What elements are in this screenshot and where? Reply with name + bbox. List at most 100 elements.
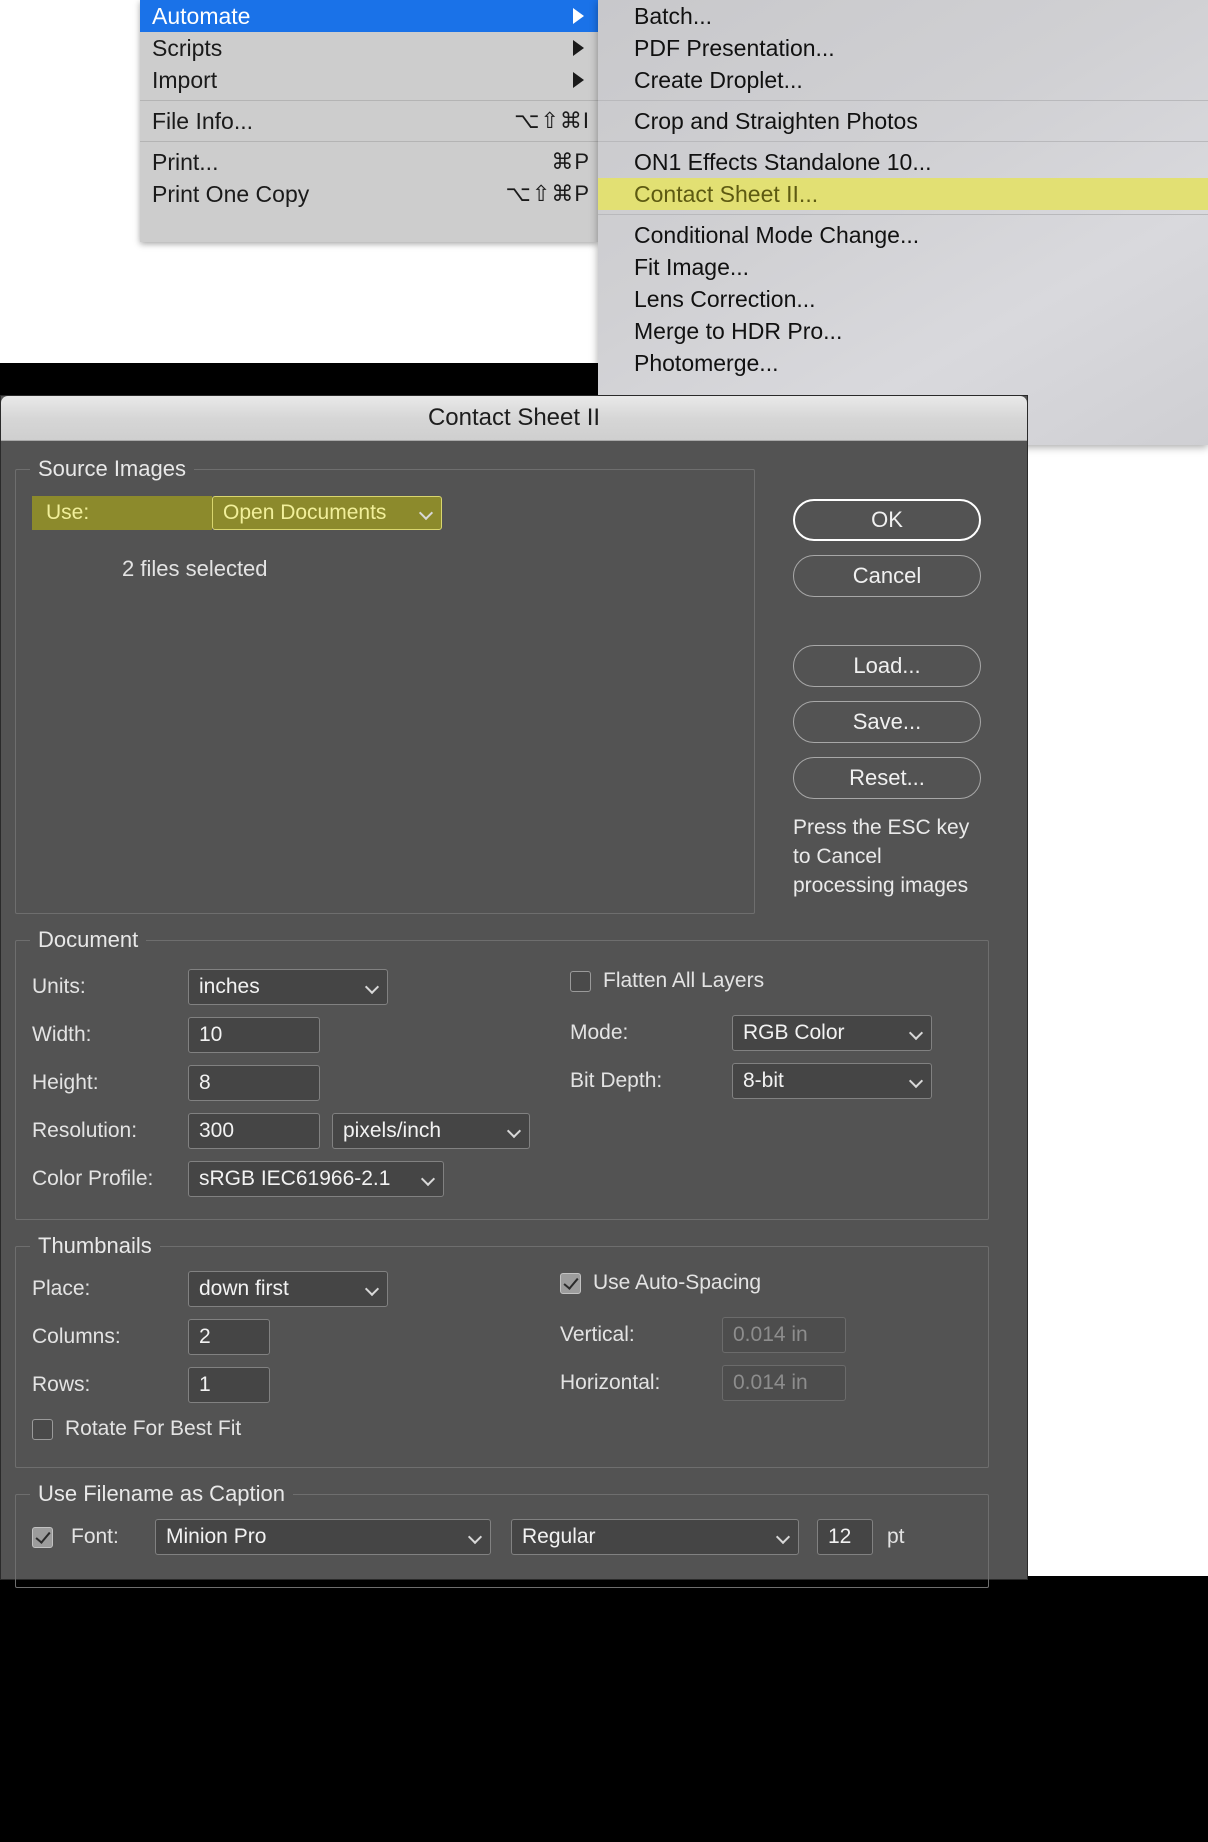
submenu-item-label: Create Droplet... bbox=[634, 67, 803, 93]
vertical-spacing-input[interactable]: 0.014 in bbox=[722, 1317, 846, 1353]
auto-spacing-label: Use Auto-Spacing bbox=[593, 1271, 762, 1294]
files-selected-text: 2 files selected bbox=[122, 556, 268, 581]
vertical-spacing-row: Vertical: 0.014 in bbox=[560, 1317, 972, 1353]
source-images-group: Source Images Use: Open Documents 2 file… bbox=[15, 456, 755, 914]
menu-item-import[interactable]: Import bbox=[140, 64, 598, 96]
vertical-spacing-label: Vertical: bbox=[560, 1323, 635, 1346]
menu-item-automate[interactable]: Automate bbox=[140, 0, 598, 32]
caption-font-row: Font: Minion Pro Regular 12 pt bbox=[32, 1519, 972, 1555]
menu-item-print-one-copy[interactable]: Print One Copy ⌥⇧⌘P bbox=[140, 178, 598, 210]
color-profile-row: Color Profile: sRGB IEC61966-2.1 bbox=[32, 1161, 552, 1197]
columns-row: Columns: 2 bbox=[32, 1319, 542, 1355]
chevron-down-icon bbox=[910, 1075, 922, 1087]
submenu-item-label: Merge to HDR Pro... bbox=[634, 318, 843, 344]
caption-font-size-value: 12 bbox=[828, 1525, 852, 1548]
submenu-item-conditional-mode-change[interactable]: Conditional Mode Change... bbox=[598, 219, 1208, 251]
submenu-item-on1-effects-standalone[interactable]: ON1 Effects Standalone 10... bbox=[598, 146, 1208, 178]
mode-select[interactable]: RGB Color bbox=[732, 1015, 932, 1051]
submenu-item-contact-sheet-ii[interactable]: Contact Sheet II... bbox=[598, 178, 1208, 210]
units-row: Units: inches bbox=[32, 969, 552, 1005]
horizontal-spacing-row: Horizontal: 0.014 in bbox=[560, 1365, 972, 1401]
place-label: Place: bbox=[32, 1277, 91, 1300]
load-button[interactable]: Load... bbox=[793, 645, 981, 687]
dialog-body: Source Images Use: Open Documents 2 file… bbox=[1, 441, 1027, 1588]
submenu-item-merge-to-hdr-pro[interactable]: Merge to HDR Pro... bbox=[598, 315, 1208, 347]
units-select[interactable]: inches bbox=[188, 969, 388, 1005]
chevron-down-icon bbox=[420, 507, 432, 519]
submenu-item-pdf-presentation[interactable]: PDF Presentation... bbox=[598, 32, 1208, 64]
menu-item-file-info[interactable]: File Info... ⌥⇧⌘I bbox=[140, 105, 598, 137]
bit-depth-select[interactable]: 8-bit bbox=[732, 1063, 932, 1099]
rotate-best-fit-row[interactable]: Rotate For Best Fit bbox=[32, 1417, 542, 1441]
cancel-button[interactable]: Cancel bbox=[793, 555, 981, 597]
submenu-item-label: Fit Image... bbox=[634, 254, 750, 280]
flatten-layers-row[interactable]: Flatten All Layers bbox=[570, 969, 972, 993]
rows-input[interactable]: 1 bbox=[188, 1367, 270, 1403]
resolution-units-select[interactable]: pixels/inch bbox=[332, 1113, 530, 1149]
submenu-item-batch[interactable]: Batch... bbox=[598, 0, 1208, 32]
submenu-item-photomerge[interactable]: Photomerge... bbox=[598, 347, 1208, 379]
automate-submenu[interactable]: Batch... PDF Presentation... Create Drop… bbox=[598, 0, 1208, 445]
caption-font-label: Font: bbox=[71, 1525, 119, 1548]
color-profile-select[interactable]: sRGB IEC61966-2.1 bbox=[188, 1161, 444, 1197]
chevron-down-icon bbox=[910, 1027, 922, 1039]
source-use-select[interactable]: Open Documents bbox=[212, 496, 442, 530]
auto-spacing-checkbox[interactable] bbox=[560, 1272, 581, 1294]
contact-sheet-dialog: Contact Sheet II Source Images Use: Open… bbox=[0, 395, 1028, 1588]
ok-button[interactable]: OK bbox=[793, 499, 981, 541]
horizontal-spacing-input[interactable]: 0.014 in bbox=[722, 1365, 846, 1401]
menu-item-label: File Info... bbox=[152, 108, 253, 134]
menu-item-print[interactable]: Print... ⌘P bbox=[140, 146, 598, 178]
submenu-item-label: ON1 Effects Standalone 10... bbox=[634, 149, 932, 175]
place-value: down first bbox=[199, 1277, 289, 1300]
document-group: Document Units: inches Width: 10 Height:… bbox=[15, 927, 989, 1220]
caption-font-style-select[interactable]: Regular bbox=[511, 1519, 799, 1555]
bit-depth-label: Bit Depth: bbox=[570, 1069, 663, 1092]
width-value: 10 bbox=[199, 1023, 223, 1046]
save-button[interactable]: Save... bbox=[793, 701, 981, 743]
dialog-action-buttons: OK Cancel Load... Save... Reset... Press… bbox=[793, 499, 983, 900]
color-profile-label: Color Profile: bbox=[32, 1167, 154, 1190]
submenu-item-label: Contact Sheet II... bbox=[634, 181, 819, 207]
caption-font-size-unit: pt bbox=[887, 1525, 905, 1548]
submenu-item-create-droplet[interactable]: Create Droplet... bbox=[598, 64, 1208, 96]
submenu-item-lens-correction[interactable]: Lens Correction... bbox=[598, 283, 1208, 315]
caption-enabled-checkbox[interactable] bbox=[32, 1526, 53, 1548]
height-row: Height: 8 bbox=[32, 1065, 552, 1101]
background-band-bottom bbox=[0, 1576, 1208, 1842]
save-button-label: Save... bbox=[852, 709, 922, 734]
flatten-layers-checkbox[interactable] bbox=[570, 970, 591, 992]
esc-note: Press the ESC key to Cancel processing i… bbox=[793, 816, 970, 897]
reset-button-label: Reset... bbox=[849, 765, 925, 790]
chevron-right-icon bbox=[573, 64, 584, 96]
submenu-separator bbox=[598, 214, 1208, 215]
submenu-item-fit-image[interactable]: Fit Image... bbox=[598, 251, 1208, 283]
caption-font-style-value: Regular bbox=[522, 1525, 596, 1548]
submenu-item-label: Conditional Mode Change... bbox=[634, 222, 920, 248]
width-row: Width: 10 bbox=[32, 1017, 552, 1053]
use-row: Use: Open Documents bbox=[32, 496, 738, 530]
menu-item-label: Automate bbox=[152, 3, 251, 29]
submenu-item-crop-and-straighten-photos[interactable]: Crop and Straighten Photos bbox=[598, 105, 1208, 137]
chevron-right-icon bbox=[573, 32, 584, 64]
resolution-label: Resolution: bbox=[32, 1119, 138, 1142]
load-button-label: Load... bbox=[853, 653, 921, 678]
file-menu[interactable]: Automate Scripts Import File Info... ⌥⇧⌘… bbox=[140, 0, 598, 242]
submenu-separator bbox=[598, 141, 1208, 142]
chevron-right-icon bbox=[573, 0, 584, 32]
caption-font-family-select[interactable]: Minion Pro bbox=[155, 1519, 491, 1555]
resolution-input[interactable]: 300 bbox=[188, 1113, 320, 1149]
mode-row: Mode: RGB Color bbox=[570, 1015, 972, 1051]
rotate-best-fit-label: Rotate For Best Fit bbox=[65, 1417, 242, 1440]
height-input[interactable]: 8 bbox=[188, 1065, 320, 1101]
width-input[interactable]: 10 bbox=[188, 1017, 320, 1053]
menu-item-shortcut: ⌥⇧⌘P bbox=[505, 181, 590, 206]
dialog-titlebar[interactable]: Contact Sheet II bbox=[1, 396, 1027, 441]
menu-item-scripts[interactable]: Scripts bbox=[140, 32, 598, 64]
caption-font-size-input[interactable]: 12 bbox=[817, 1519, 873, 1555]
place-select[interactable]: down first bbox=[188, 1271, 388, 1307]
auto-spacing-row[interactable]: Use Auto-Spacing bbox=[560, 1271, 972, 1295]
rotate-best-fit-checkbox[interactable] bbox=[32, 1418, 53, 1440]
columns-input[interactable]: 2 bbox=[188, 1319, 270, 1355]
reset-button[interactable]: Reset... bbox=[793, 757, 981, 799]
